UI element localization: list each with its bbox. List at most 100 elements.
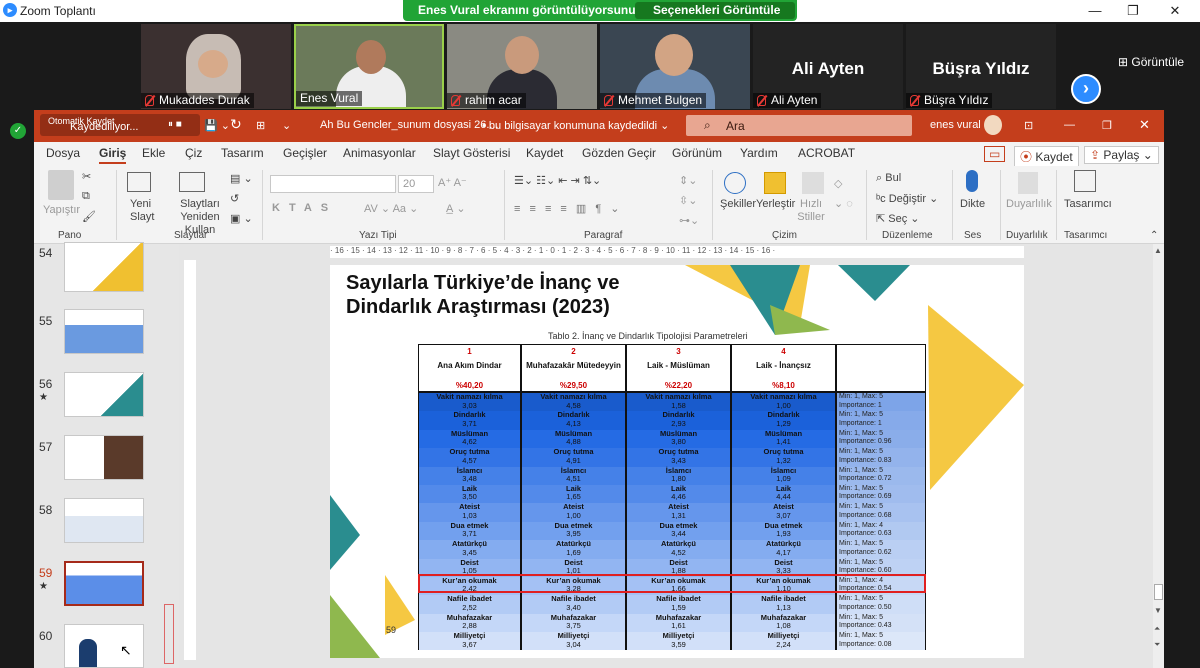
arrange-icon[interactable] — [764, 172, 786, 194]
scroll-up-icon[interactable]: ▲ — [1154, 246, 1162, 255]
tab-tasarim[interactable]: Tasarım — [221, 146, 264, 160]
vertical-ruler[interactable] — [184, 260, 196, 660]
encryption-shield-icon[interactable]: ✓ — [10, 123, 26, 139]
panel-scrollbar[interactable] — [164, 604, 174, 664]
avatar[interactable] — [984, 115, 1002, 135]
next-page-arrow-icon[interactable]: › — [1071, 74, 1101, 104]
arrange-label[interactable]: Yerleştir — [756, 198, 795, 210]
select-button[interactable]: ⇱ Seç ⌄ — [876, 212, 920, 225]
font-format-icons[interactable]: KTAS — [272, 202, 337, 214]
autosave-toggle[interactable]: Otomatik Kaydet Kaydediliyor... ⏸ ■ — [40, 114, 200, 136]
pause-icon[interactable]: ⏸ ■ — [168, 119, 182, 130]
record-button[interactable]: ⦿ Kaydet — [1014, 146, 1079, 167]
font-size-select[interactable]: 20 — [398, 175, 434, 193]
char-spacing-icon[interactable]: AV ⌄ Aa ⌄ — [364, 202, 418, 215]
scroll-down-icon[interactable]: ▼ — [1154, 606, 1162, 615]
reset-icon[interactable]: ↺ — [230, 192, 239, 205]
horizontal-ruler[interactable]: · 16 · 15 · 14 · 13 · 12 · 11 · 10 · 9 ·… — [330, 246, 1024, 258]
participant-tile[interactable]: Ali Ayten Ali Ayten — [753, 24, 903, 109]
cut-icon[interactable]: ✂ — [82, 170, 91, 183]
slide-thumbnail[interactable] — [64, 624, 144, 668]
user-name[interactable]: enes vural — [930, 119, 981, 131]
tab-gorunum[interactable]: Görünüm — [672, 146, 722, 160]
quick-styles-icon[interactable] — [802, 172, 824, 194]
layout-icon[interactable]: ▤ ⌄ — [230, 172, 253, 185]
sensitivity-label[interactable]: Duyarlılık — [1006, 198, 1052, 210]
tab-dosya[interactable]: Dosya — [46, 146, 80, 160]
customize-icon[interactable]: ⌄ — [282, 119, 291, 132]
reuse-slides-icon[interactable] — [179, 172, 205, 192]
tab-slayt-gosterisi[interactable]: Slayt Gösterisi — [433, 146, 510, 160]
present-icon[interactable]: ⊞ — [256, 119, 265, 132]
redo-icon[interactable]: ↻ — [230, 116, 242, 133]
close-icon[interactable]: ✕ — [1139, 117, 1150, 133]
close-icon[interactable]: ✕ — [1160, 2, 1190, 20]
text-direction-icon[interactable]: ⇕⌄ — [679, 174, 697, 187]
participant-tile[interactable]: Mukaddes Durak — [141, 24, 291, 109]
collapse-ribbon-icon[interactable]: ⌃ — [1150, 230, 1158, 241]
new-slide-icon[interactable] — [127, 172, 151, 192]
format-painter-icon[interactable]: 🖌 — [82, 210, 96, 223]
gallery-view-button[interactable]: ⊞ Görüntüle — [1118, 55, 1184, 69]
sensitivity-icon[interactable] — [1018, 172, 1038, 194]
slide-canvas[interactable]: Sayılarla Türkiye’de İnanç ve Dindarlık … — [330, 265, 1024, 658]
table-cell: İslamcı 1,09 — [732, 466, 835, 485]
save-icon[interactable]: 💾 ⌄ — [204, 119, 230, 132]
participant-tile[interactable]: Büşra Yıldız Büşra Yıldız — [906, 24, 1056, 109]
tab-ciz[interactable]: Çiz — [185, 146, 202, 160]
slide-thumbnail[interactable] — [64, 372, 144, 417]
slide-thumbnail-selected[interactable] — [64, 561, 144, 606]
search-box[interactable]: ⌕ Ara — [686, 115, 912, 136]
tab-gozden-gecir[interactable]: Gözden Geçir — [582, 146, 656, 160]
next-slide-icon[interactable]: ⏷ — [1154, 640, 1160, 650]
maximize-icon[interactable]: ❐ — [1118, 2, 1148, 20]
slide-thumbnail[interactable] — [64, 242, 144, 292]
scroll-thumb[interactable] — [1154, 584, 1163, 600]
tab-animasyonlar[interactable]: Animasyonlar — [343, 146, 416, 160]
section-icon[interactable]: ▣ ⌄ — [230, 212, 253, 225]
tab-ekle[interactable]: Ekle — [142, 146, 165, 160]
editor-scrollbar[interactable]: ▲ ▼ ⏶ ⏷ — [1153, 244, 1164, 668]
share-button[interactable]: ⇪ Paylaş ⌄ — [1084, 146, 1159, 164]
group-label-duzenleme: Düzenleme — [882, 230, 933, 241]
participant-tile[interactable]: rahim acar — [447, 24, 597, 109]
shapes-icon[interactable] — [724, 172, 746, 194]
smartart-icon[interactable]: ⊶⌄ — [679, 214, 699, 227]
column-number: 3 — [676, 347, 681, 356]
tab-giris[interactable]: Giriş — [99, 146, 127, 164]
tab-gecisler[interactable]: Geçişler — [283, 146, 327, 160]
participant-tile-active-speaker[interactable]: Enes Vural — [294, 24, 444, 109]
quick-styles-label[interactable]: Hızlı Stiller — [794, 198, 828, 224]
minimize-icon[interactable]: — — [1064, 119, 1075, 131]
tab-kaydet[interactable]: Kaydet — [526, 146, 563, 160]
participant-tile[interactable]: Mehmet Bulgen — [600, 24, 750, 109]
paste-icon[interactable] — [48, 170, 74, 200]
font-family-select[interactable] — [270, 175, 396, 193]
prev-slide-icon[interactable]: ⏶ — [1154, 624, 1160, 634]
new-slide-label[interactable]: Yeni Slayt — [130, 198, 160, 224]
slide-thumbnail[interactable] — [64, 309, 144, 354]
microphone-icon[interactable] — [966, 170, 978, 192]
bullets-icon[interactable]: ☰⌄ ☷⌄ ⇤ ⇥ ⇅⌄ — [514, 174, 601, 187]
maximize-icon[interactable]: ❐ — [1102, 119, 1112, 132]
tab-acrobat[interactable]: ACROBAT — [798, 146, 855, 160]
font-color-icon[interactable]: A̲ ⌄ — [446, 202, 466, 215]
shapes-label[interactable]: Şekiller — [720, 198, 756, 210]
tab-yardim[interactable]: Yardım — [740, 146, 778, 160]
copy-icon[interactable]: ⧉ — [82, 190, 90, 203]
designer-icon[interactable] — [1074, 170, 1096, 192]
align-text-icon[interactable]: ⇳⌄ — [679, 194, 697, 207]
view-options-button[interactable]: Seçenekleri Görüntüle ⌄ — [635, 2, 795, 31]
replace-button[interactable]: ᵇc Değiştir ⌄ — [876, 192, 938, 205]
comments-icon[interactable]: ▭ — [984, 146, 1006, 162]
slide-thumbnail[interactable] — [64, 498, 144, 543]
dictate-label[interactable]: Dikte — [960, 198, 985, 210]
find-button[interactable]: ⌕ Bul — [876, 172, 901, 185]
shape-fill-icons[interactable]: ◇ ⌄ ◌ — [834, 174, 854, 214]
font-grow-icon[interactable]: A⁺ A⁻ — [438, 176, 467, 189]
alignment-icons[interactable]: ≡ ≡ ≡ ≡ ▥ ¶ ⌄ — [514, 202, 623, 215]
minimize-icon[interactable]: — — [1080, 2, 1110, 20]
slide-thumbnail[interactable] — [64, 435, 144, 480]
ribbon-display-icon[interactable]: ⊡ — [1024, 119, 1033, 132]
designer-label[interactable]: Tasarımcı — [1064, 198, 1112, 210]
